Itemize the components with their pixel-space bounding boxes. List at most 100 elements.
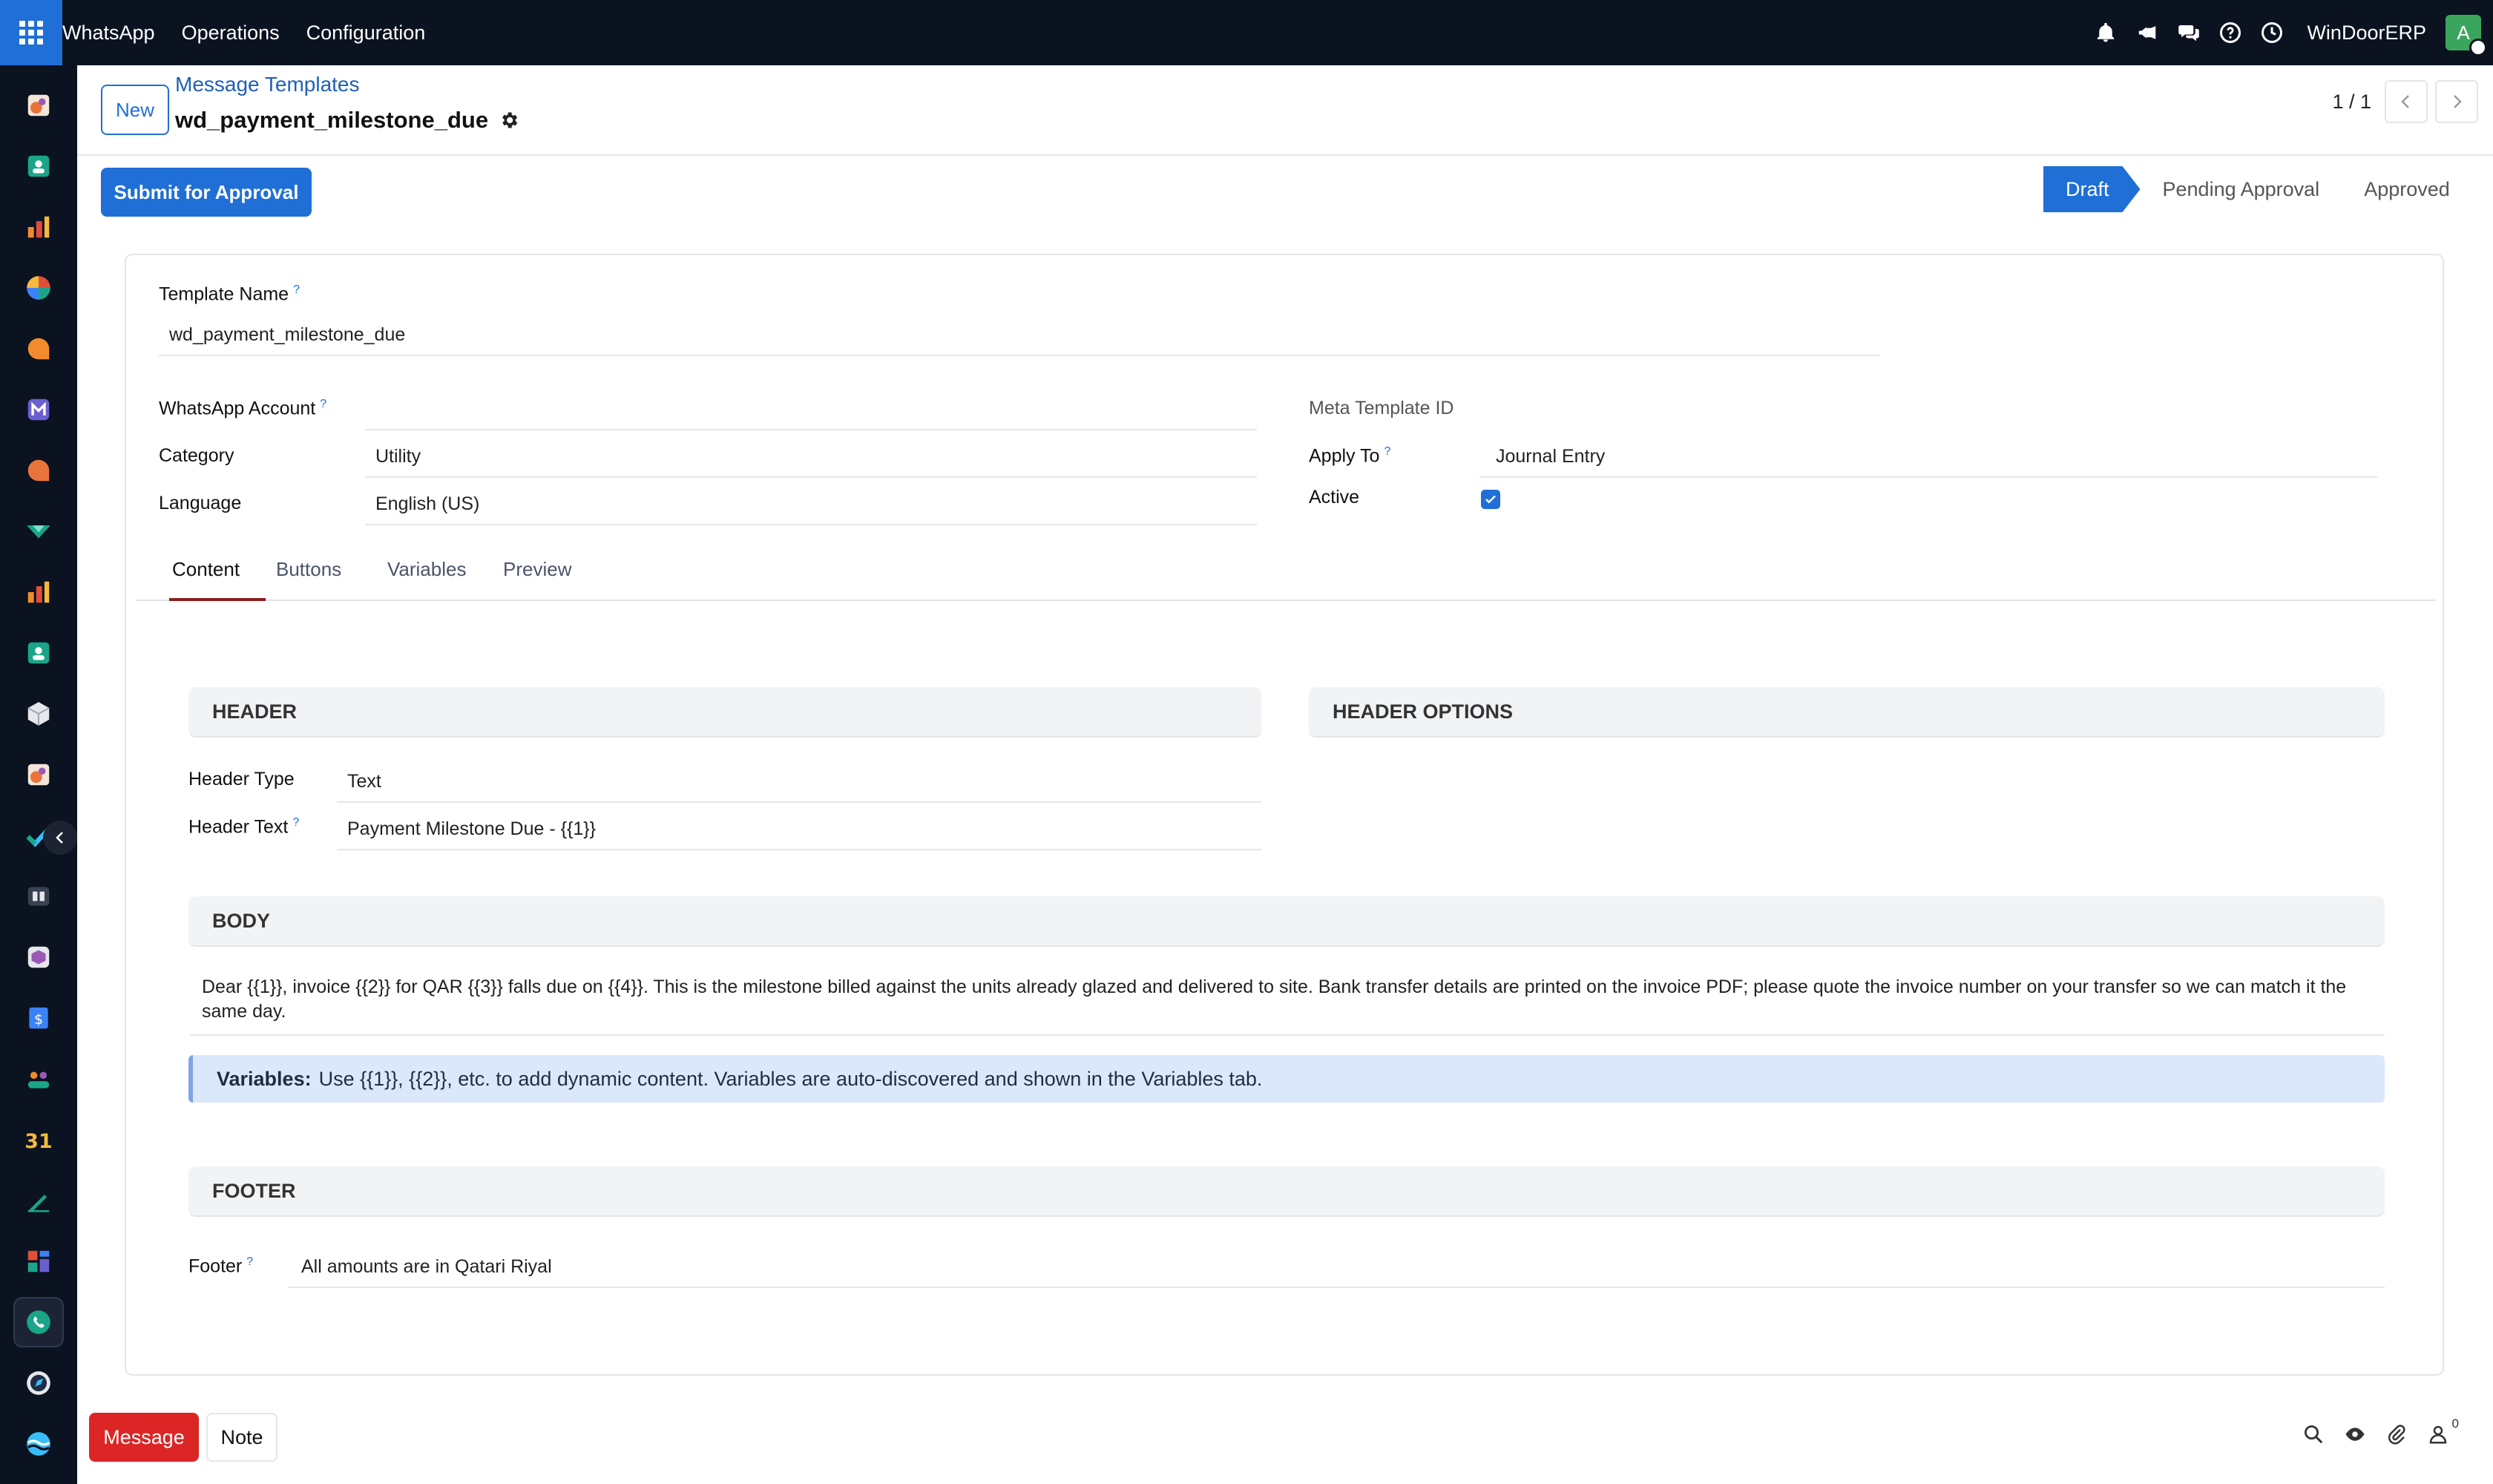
sidebar-app-22[interactable] [13,1358,64,1408]
help-icon[interactable] [2219,22,2241,44]
top-menu: WhatsApp Operations Configuration [62,22,452,45]
calendar-31-icon: 31 [24,1130,52,1153]
apply-to-select[interactable]: Journal Entry [1479,436,2377,478]
sidebar-app-1[interactable] [13,80,64,131]
megaphone-icon[interactable] [2136,22,2158,44]
section-body: BODY [188,896,2385,947]
chat-icon[interactable] [2178,22,2200,44]
employees-card-icon [27,642,50,664]
sidebar-app-8[interactable] [13,506,64,556]
live-chat-icon [27,459,50,482]
gear-icon[interactable] [499,110,519,131]
help-tooltip-icon[interactable]: ? [292,816,299,829]
section-footer: FOOTER [188,1166,2385,1217]
app-orange-square-icon [27,94,50,116]
sidebar-app-19[interactable] [13,1175,64,1226]
sidebar-app-whatsapp[interactable] [13,1297,64,1347]
log-note-button[interactable]: Note [206,1413,277,1462]
submit-for-approval-button[interactable]: Submit for Approval [101,168,312,217]
header-type-select[interactable]: Text [337,761,1261,803]
section-header: HEADER [188,687,1261,738]
search-icon[interactable] [2302,1423,2325,1445]
sidebar-app-14[interactable] [13,871,64,922]
category-select[interactable]: Utility [365,436,1257,478]
menu-operations[interactable]: Operations [182,22,280,45]
stage-approved[interactable]: Approved [2342,166,2472,212]
language-select[interactable]: English (US) [365,484,1257,525]
pager-previous-button[interactable] [2385,80,2428,123]
app-mixed-icon [27,764,50,786]
sidebar-app-5[interactable] [13,324,64,374]
alert-label: Variables: [217,1067,312,1090]
control-panel: New Message Templates wd_payment_milesto… [77,65,2493,156]
pager-value[interactable]: 1 / 1 [2332,91,2371,114]
sidebar-app-17[interactable] [13,1054,64,1104]
whatsapp-icon [27,1310,50,1334]
bell-icon[interactable] [2095,22,2117,44]
package-icon [27,946,50,968]
form-sheet: Template Name? wd_payment_milestone_due … [125,254,2444,1376]
follower-user-icon[interactable] [2427,1423,2449,1445]
active-checkbox[interactable] [1481,490,1500,509]
tab-preview[interactable]: Preview [503,558,571,581]
help-tooltip-icon[interactable]: ? [1384,445,1390,458]
clock-icon[interactable] [2261,22,2283,44]
new-button[interactable]: New [101,85,169,135]
sidebar-app-9[interactable] [13,567,64,617]
eye-icon[interactable] [2344,1423,2366,1445]
status-bar: Draft Pending Approval Approved [2043,166,2472,212]
sidebar-app-4[interactable] [13,263,64,313]
app-brand[interactable]: WhatsApp [62,22,155,45]
tab-content[interactable]: Content [172,558,240,581]
help-tooltip-icon[interactable]: ? [320,398,326,410]
bar-chart-icon [27,216,50,238]
header-text-input[interactable]: Payment Milestone Due - {{1}} [337,809,1261,850]
tab-variables[interactable]: Variables [387,558,466,581]
section-header-options: HEADER OPTIONS [1309,687,2385,738]
body-text-input[interactable]: Dear {{1}}, invoice {{2}} for QAR {{3}} … [190,975,2385,1036]
sidebar-app-10[interactable] [13,628,64,678]
stage-draft[interactable]: Draft [2043,166,2141,212]
discuss-bubble-icon [27,338,50,360]
sidebar-app-7[interactable] [13,445,64,496]
sidebar-app-16[interactable]: $ [13,993,64,1043]
pager-next-button[interactable] [2435,80,2478,123]
menu-configuration[interactable]: Configuration [306,22,426,45]
whatsapp-account-label: WhatsApp Account? [159,398,327,419]
tab-buttons[interactable]: Buttons [276,558,341,581]
send-message-button[interactable]: Message [89,1413,199,1462]
stage-pending-approval[interactable]: Pending Approval [2140,166,2342,212]
sidebar-app-6[interactable] [13,384,64,435]
footer-label: Footer? [188,1255,254,1277]
systray: WinDoorERP A [2095,0,2487,65]
chevron-left-icon [56,832,63,844]
sidebar-app-15[interactable] [13,932,64,982]
help-tooltip-icon[interactable]: ? [246,1255,253,1268]
template-name-input[interactable]: wd_payment_milestone_due [159,315,1880,356]
sidebar-app-3[interactable] [13,202,64,252]
sidebar-app-12[interactable] [13,749,64,800]
footer-input[interactable]: All amounts are in Qatari Riyal [288,1247,2385,1288]
breadcrumb-message-templates[interactable]: Message Templates [175,73,360,96]
company-name[interactable]: WinDoorERP [2307,22,2426,45]
user-avatar[interactable]: A [2446,15,2487,56]
page-title: wd_payment_milestone_due [175,107,519,134]
apply-to-label: Apply To? [1309,445,1391,467]
sidebar-app-23[interactable] [13,1419,64,1469]
notebook-tabs: Content Buttons Variables Preview [137,552,2435,601]
whatsapp-account-input[interactable] [365,389,1257,430]
sidebar-collapse-button[interactable] [43,821,77,855]
sidebar-app-18[interactable]: 31 [13,1114,64,1165]
paperclip-icon[interactable] [2385,1423,2408,1445]
language-label: Language [159,493,242,513]
app-sidebar: $ 31 [0,65,77,1484]
sidebar-app-11[interactable] [13,689,64,739]
dashboard-grid-icon [27,1250,50,1273]
sign-pen-icon [27,1195,50,1212]
sidebar-app-20[interactable] [13,1236,64,1287]
sidebar-app-2[interactable] [13,141,64,191]
header-type-label: Header Type [188,769,295,789]
app-menu-button[interactable] [0,0,62,65]
contact-card-icon [27,155,50,177]
help-tooltip-icon[interactable]: ? [293,283,300,296]
